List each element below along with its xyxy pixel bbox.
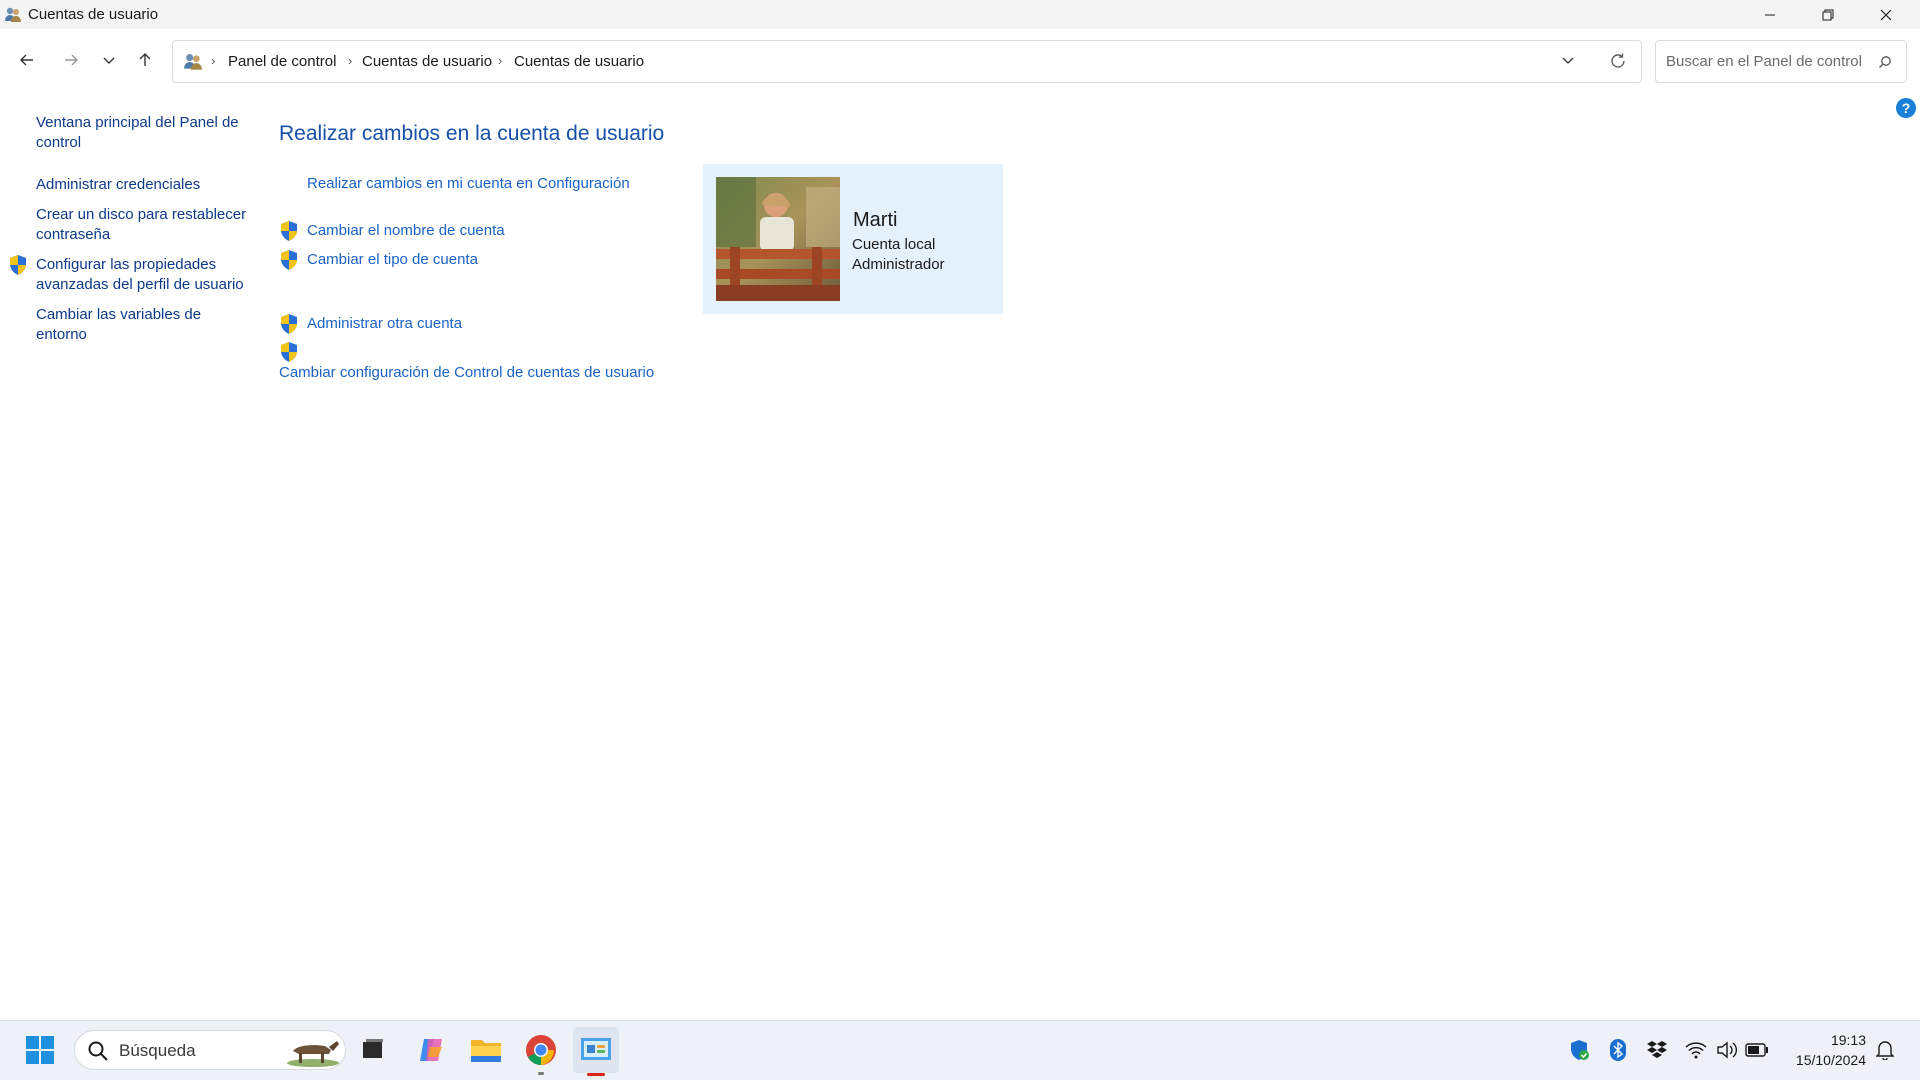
- taskbar-chrome[interactable]: [518, 1027, 564, 1075]
- clock-time: 19:13: [1830, 1032, 1866, 1048]
- link-change-account-in-settings[interactable]: Realizar cambios en mi cuenta en Configu…: [307, 175, 630, 192]
- taskbar-task-view[interactable]: [350, 1027, 396, 1073]
- chevron-right-icon: ›: [348, 53, 353, 68]
- control-panel-icon: [581, 1038, 611, 1060]
- search-icon: [88, 1041, 108, 1061]
- arrow-right-icon: [65, 54, 78, 66]
- breadcrumb-cuentas-de-usuario[interactable]: Cuentas de usuario: [362, 53, 492, 70]
- uac-shield-icon: [281, 314, 297, 334]
- search-box[interactable]: Buscar en el Panel de control: [1655, 40, 1907, 83]
- tray-wifi[interactable]: [1683, 1037, 1709, 1063]
- back-button[interactable]: [12, 46, 42, 74]
- taskbar: Búsqueda 19:13 15/10/2024: [0, 1020, 1920, 1080]
- search-highlight-icon: [287, 1041, 339, 1067]
- minimize-button[interactable]: [1741, 0, 1799, 29]
- breadcrumb-panel-de-control[interactable]: Panel de control: [228, 53, 336, 70]
- dropbox-icon: [1647, 1041, 1667, 1058]
- address-bar[interactable]: › Panel de control › Cuentas de usuario …: [172, 40, 1642, 83]
- start-button[interactable]: [17, 1027, 63, 1073]
- title-bar: Cuentas de usuario: [0, 0, 1920, 29]
- windows-security-icon: [1571, 1040, 1589, 1060]
- search-icon: [1879, 56, 1891, 68]
- tray-windows-security[interactable]: [1566, 1037, 1592, 1063]
- forward-button[interactable]: [56, 46, 86, 74]
- users-icon: [184, 54, 202, 70]
- user-account-card: Marti Cuenta local Administrador: [703, 164, 1003, 314]
- uac-shield-icon: [281, 221, 297, 241]
- sidebar-link-environment-variables[interactable]: Cambiar las variables de entorno: [36, 305, 251, 345]
- close-icon: [1880, 9, 1892, 20]
- task-view-icon: [363, 1039, 383, 1058]
- account-role: Administrador: [852, 256, 945, 273]
- wifi-icon: [1685, 1042, 1707, 1059]
- help-button[interactable]: ?: [1896, 98, 1916, 118]
- breadcrumb-current[interactable]: Cuentas de usuario: [514, 53, 644, 70]
- users-icon: [5, 7, 21, 22]
- battery-icon: [1745, 1043, 1768, 1057]
- taskbar-control-panel[interactable]: [573, 1027, 619, 1076]
- chrome-icon: [526, 1035, 556, 1065]
- copilot-icon: [420, 1039, 442, 1061]
- page-title: Realizar cambios en la cuenta de usuario: [279, 122, 665, 145]
- search-input[interactable]: Buscar en el Panel de control: [1666, 53, 1862, 70]
- link-change-account-type[interactable]: Cambiar el tipo de cuenta: [307, 251, 478, 268]
- sidebar-link-advanced-profile-properties[interactable]: Configurar las propiedades avanzadas del…: [36, 255, 251, 295]
- sidebar-link-manage-credentials[interactable]: Administrar credenciales: [36, 175, 251, 195]
- uac-shield-icon: [10, 255, 26, 275]
- tray-bluetooth[interactable]: [1605, 1037, 1631, 1063]
- tray-volume[interactable]: [1714, 1037, 1740, 1063]
- arrow-left-icon: [20, 54, 33, 66]
- link-uac-settings[interactable]: Cambiar configuración de Control de cuen…: [279, 364, 654, 381]
- chevron-right-icon: ›: [211, 53, 216, 68]
- tray-battery[interactable]: [1744, 1037, 1770, 1063]
- volume-icon: [1717, 1041, 1737, 1059]
- restore-icon: [1822, 9, 1834, 20]
- recent-locations-button[interactable]: [94, 46, 124, 74]
- taskbar-search-label: Búsqueda: [119, 1041, 196, 1060]
- sidebar-link-control-panel-home[interactable]: Ventana principal del Panel de control: [36, 113, 251, 153]
- chevron-right-icon: ›: [498, 53, 503, 68]
- chevron-down-icon: [103, 57, 115, 64]
- refresh-icon: [1611, 53, 1625, 68]
- restore-button[interactable]: [1799, 0, 1857, 29]
- user-name: Marti: [853, 209, 898, 231]
- bluetooth-icon: [1610, 1039, 1626, 1061]
- arrow-up-icon: [139, 53, 151, 66]
- taskbar-file-explorer[interactable]: [463, 1027, 509, 1073]
- address-history-button[interactable]: [1561, 53, 1581, 71]
- minimize-icon: [1765, 14, 1775, 15]
- window-title: Cuentas de usuario: [28, 6, 159, 23]
- taskbar-copilot[interactable]: [408, 1027, 454, 1073]
- link-change-account-name[interactable]: Cambiar el nombre de cuenta: [307, 222, 505, 239]
- taskbar-clock[interactable]: 19:13 15/10/2024: [1780, 1030, 1866, 1070]
- tray-dropbox[interactable]: [1644, 1037, 1670, 1063]
- tray-notifications[interactable]: [1872, 1037, 1898, 1063]
- file-explorer-icon: [471, 1040, 501, 1062]
- sidebar-link-password-reset-disk[interactable]: Crear un disco para restablecer contrase…: [36, 205, 251, 245]
- uac-shield-icon: [281, 342, 297, 362]
- bell-icon: [1876, 1041, 1894, 1060]
- windows-logo-icon: [26, 1036, 54, 1064]
- account-type: Cuenta local: [852, 236, 936, 253]
- uac-shield-icon: [281, 250, 297, 270]
- chevron-down-icon: [1562, 57, 1574, 64]
- refresh-button[interactable]: [1609, 52, 1631, 72]
- link-manage-another-account[interactable]: Administrar otra cuenta: [307, 315, 462, 332]
- close-button[interactable]: [1857, 0, 1915, 29]
- user-avatar: [716, 177, 840, 301]
- clock-date: 15/10/2024: [1795, 1052, 1866, 1068]
- taskbar-search[interactable]: Búsqueda: [74, 1030, 346, 1070]
- up-button[interactable]: [130, 46, 160, 74]
